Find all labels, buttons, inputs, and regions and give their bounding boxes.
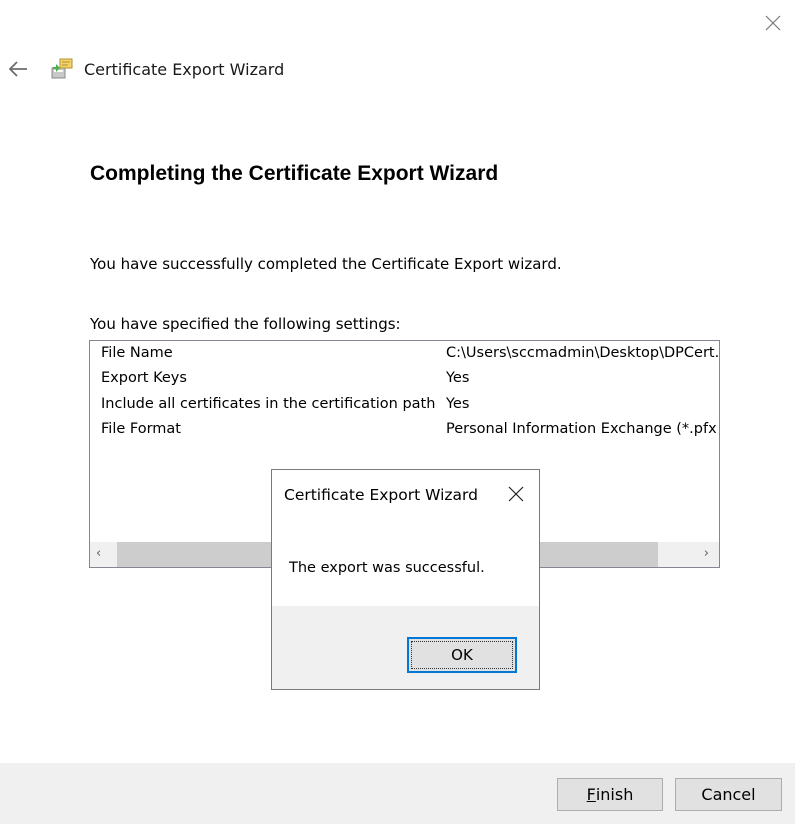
settings-row: Include all certificates in the certific… <box>90 393 719 418</box>
setting-value: Personal Information Exchange (*.pfx) <box>446 421 718 437</box>
setting-key: Export Keys <box>101 370 187 386</box>
settings-intro-label: You have specified the following setting… <box>90 315 401 333</box>
settings-row: File Name C:\Users\sccmadmin\Desktop\DPC… <box>90 342 719 367</box>
settings-row: File Format Personal Information Exchang… <box>90 418 719 443</box>
close-icon <box>508 486 524 502</box>
success-message: You have successfully completed the Cert… <box>90 255 562 273</box>
window-close-button[interactable] <box>760 10 786 36</box>
finish-button[interactable]: Finish <box>557 778 663 811</box>
export-success-dialog: Certificate Export Wizard The export was… <box>271 469 540 690</box>
ok-button-label: OK <box>411 641 513 669</box>
certificate-wizard-icon <box>50 56 76 82</box>
setting-value: C:\Users\sccmadmin\Desktop\DPCert.pfx <box>446 345 718 361</box>
setting-key: Include all certificates in the certific… <box>101 396 436 412</box>
setting-value: Yes <box>446 396 470 412</box>
back-button[interactable] <box>6 58 30 80</box>
wizard-footer: Finish Cancel <box>0 763 795 824</box>
settings-row: Export Keys Yes <box>90 367 719 392</box>
scroll-right-arrow-icon[interactable]: › <box>704 546 709 561</box>
scroll-left-arrow-icon[interactable]: ‹ <box>96 546 101 561</box>
setting-key: File Format <box>101 421 181 437</box>
dialog-close-button[interactable] <box>506 484 526 504</box>
dialog-message: The export was successful. <box>289 560 485 576</box>
dialog-title: Certificate Export Wizard <box>284 486 478 504</box>
setting-value: Yes <box>446 370 470 386</box>
close-icon <box>765 15 781 31</box>
wizard-title: Certificate Export Wizard <box>84 60 285 79</box>
back-arrow-icon <box>8 61 27 77</box>
dialog-footer: OK <box>272 606 539 689</box>
cancel-button[interactable]: Cancel <box>675 778 782 811</box>
ok-button[interactable]: OK <box>407 637 517 673</box>
finish-label: inish <box>595 785 634 804</box>
finish-mnemonic: F <box>586 785 596 804</box>
page-title: Completing the Certificate Export Wizard <box>90 162 499 185</box>
setting-key: File Name <box>101 345 173 361</box>
